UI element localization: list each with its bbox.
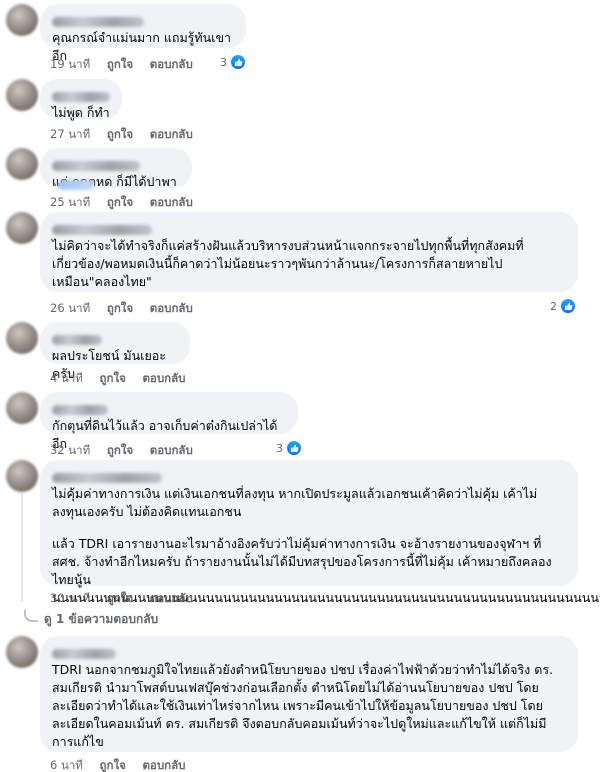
reaction-count: 2: [550, 299, 557, 313]
comment-time[interactable]: 25 นาที: [50, 195, 90, 209]
avatar[interactable]: [6, 79, 38, 111]
comment-time[interactable]: 19 นาที: [50, 57, 90, 71]
reply-thread-line: [21, 494, 23, 602]
like-button[interactable]: ถูกใจ: [107, 127, 133, 141]
reply-button[interactable]: ตอบกลับ: [150, 57, 193, 71]
like-button[interactable]: ถูกใจ: [107, 301, 133, 315]
comment-bubble: ผลประโยชน์ มันเยอะครับ: [40, 322, 190, 381]
like-button[interactable]: ถูกใจ: [107, 443, 133, 457]
comment-time[interactable]: 6 นาที: [50, 758, 83, 772]
comment-actions: 27 นาที ถูกใจ ตอบกลับ: [50, 126, 206, 144]
comment-time[interactable]: 4 นาที: [50, 371, 83, 385]
comment-actions: 26 นาที ถูกใจ ตอบกลับ: [50, 300, 206, 318]
like-button[interactable]: ถูกใจ: [100, 371, 126, 385]
view-replies-label: ดู 1 ข้อความตอบกลับ: [44, 612, 159, 626]
commenter-name-redacted[interactable]: [52, 329, 178, 345]
commenter-name-redacted[interactable]: [52, 399, 286, 415]
comment-time[interactable]: 26 นาที: [50, 301, 90, 315]
avatar[interactable]: [6, 4, 38, 36]
comment-text: TDRI นอกจากชมภูมิใจไทยแล้วยังตำหนิโยบายข…: [52, 662, 554, 749]
comment-bubble: TDRI นอกจากชมภูมิใจไทยแล้วยังตำหนิโยบายข…: [40, 636, 578, 752]
avatar[interactable]: [6, 212, 38, 244]
avatar[interactable]: [6, 322, 38, 354]
comment-paragraph: ไม่คุ้มค่าทางการเงิน แต่เงินเอกชนที่ลงทุ…: [52, 486, 538, 519]
avatar[interactable]: [6, 392, 38, 424]
like-button[interactable]: ถูกใจ: [107, 591, 133, 605]
reply-curve-icon: [24, 609, 38, 622]
comment-bubble: แต่ กดตหด ก็มีได้ปาพา: [40, 148, 192, 190]
comment-actions: 32 นาที ถูกใจ ตอบกลับ: [50, 442, 206, 460]
like-thumb-icon: [560, 298, 576, 314]
comment-time[interactable]: 27 นาที: [50, 127, 90, 141]
comment-bubble: ไม่พูด ก็ทำ: [40, 79, 122, 120]
comment-time[interactable]: 32 นาที: [50, 443, 90, 457]
reply-button[interactable]: ตอบกลับ: [150, 127, 193, 141]
reaction-summary[interactable]: 3: [276, 439, 302, 457]
comment-text: ไม่คุ้มค่าทางการเงิน แต่เงินเอกชนที่ลงทุ…: [52, 485, 600, 607]
comment-bubble: ไม่คุ้มค่าทางการเงิน แต่เงินเอกชนที่ลงทุ…: [40, 460, 600, 605]
reply-button[interactable]: ตอบกลับ: [142, 371, 185, 385]
reaction-summary[interactable]: 2: [550, 297, 576, 315]
commenter-name-redacted[interactable]: [52, 643, 566, 659]
like-button[interactable]: ถูกใจ: [100, 758, 126, 772]
commenter-name-redacted[interactable]: [52, 219, 566, 235]
view-replies-link[interactable]: ดู 1 ข้อความตอบกลับ: [24, 609, 159, 629]
reply-button[interactable]: ตอบกลับ: [150, 443, 193, 457]
comment-actions: 6 นาที ถูกใจ ตอบกลับ: [50, 757, 198, 772]
comment-text: ไม่คิดว่าจะได้ทำจริงก็แค่สร้างฝันแล้วบริ…: [52, 238, 524, 289]
reply-button[interactable]: ตอบกลับ: [150, 301, 193, 315]
comment-bubble: กักตุนที่ดินไว้แล้ว อาจเก็บค่าต๋งกินเปล่…: [40, 392, 298, 451]
comment-actions: 19 นาที ถูกใจ ตอบกลับ: [50, 56, 206, 74]
comment-text: ไม่พูด ก็ทำ: [52, 105, 110, 120]
comment-actions: 4 นาที ถูกใจ ตอบกลับ: [50, 370, 198, 388]
commenter-name-redacted[interactable]: [52, 86, 110, 102]
like-thumb-icon: [230, 54, 246, 70]
reply-button[interactable]: ตอบกลับ: [150, 591, 193, 605]
reply-button[interactable]: ตอบกลับ: [150, 195, 193, 209]
reaction-summary[interactable]: 3: [220, 53, 246, 71]
comment-bubble: คุณกรณ์จำแม่นมาก แถมรู้ทันเขาอีก: [40, 4, 246, 63]
reaction-count: 3: [220, 55, 227, 69]
reply-button[interactable]: ตอบกลับ: [142, 758, 185, 772]
like-button[interactable]: ถูกใจ: [107, 195, 133, 209]
avatar[interactable]: [6, 148, 38, 180]
like-button[interactable]: ถูกใจ: [107, 57, 133, 71]
comment-actions: 25 นาที ถูกใจ ตอบกลับ: [50, 194, 206, 212]
comment-actions: 30 นาที ถูกใจ ตอบกลับ: [50, 590, 206, 608]
avatar[interactable]: [6, 460, 38, 492]
comment-time[interactable]: 30 นาที: [50, 591, 90, 605]
avatar[interactable]: [6, 636, 38, 668]
commenter-name-redacted[interactable]: [52, 11, 234, 27]
commenter-name-redacted[interactable]: [52, 467, 566, 483]
comment-bubble: ไม่คิดว่าจะได้ทำจริงก็แค่สร้างฝันแล้วบริ…: [40, 212, 578, 292]
like-thumb-icon: [286, 440, 302, 456]
reaction-count: 3: [276, 441, 283, 455]
commenter-name-redacted[interactable]: [52, 155, 180, 190]
